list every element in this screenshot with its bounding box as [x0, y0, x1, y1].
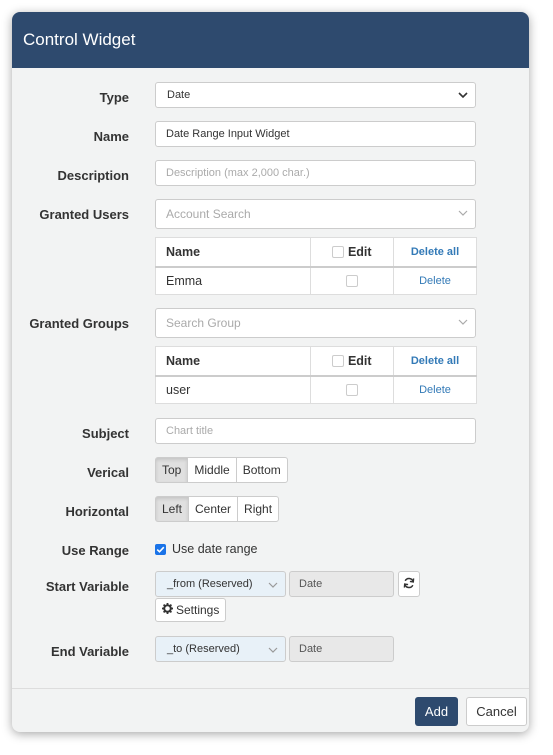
col-edit-label: Edit	[347, 353, 372, 368]
group-name-cell: user	[155, 375, 311, 404]
vertical-bottom-button[interactable]: Bottom	[235, 457, 288, 483]
chevron-down-icon	[458, 315, 468, 332]
end-variable-type-value: Date	[299, 643, 323, 655]
col-edit-header: Edit	[310, 237, 394, 268]
settings-label: Settings	[176, 603, 220, 617]
vertical-button-group: Top Middle Bottom	[155, 457, 288, 483]
vertical-label: Verical	[87, 465, 129, 480]
description-placeholder: Description (max 2,000 char.)	[166, 167, 310, 179]
type-label: Type	[99, 90, 129, 105]
end-variable-select[interactable]: _to (Reserved)	[155, 636, 286, 662]
dialog-title: Control Widget	[23, 30, 136, 49]
settings-button[interactable]: Settings	[155, 598, 227, 622]
horizontal-button-group: Left Center Right	[155, 496, 280, 522]
description-label: Description	[57, 168, 129, 183]
start-variable-type: Date	[289, 571, 394, 597]
name-value: Date Range Input Widget	[166, 128, 290, 140]
delete-link[interactable]: Delete	[393, 266, 477, 295]
delete-all-link[interactable]: Delete all	[393, 346, 477, 377]
horizontal-left-button[interactable]: Left	[155, 496, 190, 522]
end-variable-type: Date	[289, 636, 394, 662]
edit-checkbox[interactable]	[346, 384, 358, 397]
account-search-input[interactable]: Account Search	[155, 199, 476, 229]
add-button[interactable]: Add	[415, 697, 458, 726]
edit-all-checkbox[interactable]	[332, 355, 345, 368]
use-range-label: Use Range	[61, 543, 129, 558]
granted-groups-table: Name Edit Delete all user Delete	[155, 346, 477, 404]
use-range-checkbox-label: Use date range	[172, 542, 258, 556]
delete-all-link[interactable]: Delete all	[393, 237, 477, 268]
end-variable-label: End Variable	[50, 644, 129, 659]
col-edit-header: Edit	[310, 346, 394, 377]
edit-all-checkbox[interactable]	[332, 246, 345, 259]
chevron-down-icon	[268, 578, 278, 595]
group-search-placeholder: Search Group	[166, 316, 241, 330]
end-variable-value: _to (Reserved)	[167, 643, 240, 655]
name-input[interactable]: Date Range Input Widget	[155, 121, 476, 147]
delete-link[interactable]: Delete	[393, 375, 477, 404]
dialog-header: Control Widget	[12, 12, 529, 68]
description-input[interactable]: Description (max 2,000 char.)	[155, 160, 476, 186]
chevron-down-icon	[458, 206, 468, 223]
group-search-input[interactable]: Search Group	[155, 308, 476, 338]
table-row: user Delete	[155, 375, 477, 404]
refresh-icon	[403, 577, 415, 592]
table-row: Emma Delete	[155, 266, 477, 295]
col-name-header: Name	[155, 237, 311, 268]
table-header-row: Name Edit Delete all	[155, 237, 477, 268]
cancel-button[interactable]: Cancel	[466, 697, 527, 726]
user-name-cell: Emma	[155, 266, 311, 295]
table-header-row: Name Edit Delete all	[155, 346, 477, 377]
horizontal-label: Horizontal	[65, 504, 129, 519]
refresh-button[interactable]	[398, 571, 420, 597]
edit-checkbox[interactable]	[346, 275, 358, 288]
gear-icon	[162, 603, 173, 617]
granted-users-label: Granted Users	[39, 207, 129, 222]
col-edit-label: Edit	[347, 244, 372, 259]
granted-groups-label: Granted Groups	[29, 316, 129, 331]
dialog-footer: Add Cancel	[12, 688, 529, 732]
start-variable-value: _from (Reserved)	[167, 578, 253, 590]
subject-placeholder: Chart title	[166, 425, 214, 437]
col-name-header: Name	[155, 346, 311, 377]
vertical-top-button[interactable]: Top	[155, 457, 189, 483]
vertical-middle-button[interactable]: Middle	[187, 457, 237, 483]
start-variable-label: Start Variable	[45, 579, 129, 594]
horizontal-right-button[interactable]: Right	[237, 496, 280, 522]
horizontal-center-button[interactable]: Center	[188, 496, 239, 522]
edit-cell	[310, 375, 394, 404]
edit-cell	[310, 266, 394, 295]
control-widget-dialog: Control Widget Type Date Name Date Range…	[12, 12, 529, 732]
chevron-down-icon	[458, 88, 468, 105]
start-variable-select[interactable]: _from (Reserved)	[155, 571, 286, 597]
chevron-down-icon	[268, 643, 278, 660]
subject-input[interactable]: Chart title	[155, 418, 476, 444]
account-search-placeholder: Account Search	[166, 207, 251, 221]
type-value: Date	[167, 89, 191, 101]
name-label: Name	[93, 129, 129, 144]
use-range-control: Use date range	[155, 542, 257, 556]
granted-users-table: Name Edit Delete all Emma Delete	[155, 237, 477, 295]
subject-label: Subject	[82, 426, 129, 441]
type-select[interactable]: Date	[155, 82, 476, 108]
start-variable-type-value: Date	[299, 578, 323, 590]
use-range-checkbox[interactable]	[155, 543, 166, 555]
